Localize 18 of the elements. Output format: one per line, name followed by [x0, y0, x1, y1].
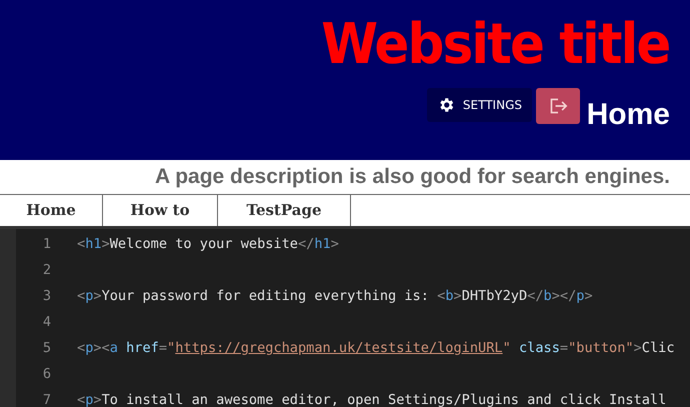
page-description: A page description is also good for search engines. [0, 160, 690, 195]
code-line: <p><a href="https://gregchapman.uk/testsite/loginURL" class="button">Clic [77, 340, 675, 356]
line-number: 3 [42, 288, 51, 304]
website-title: Website title [322, 12, 670, 78]
line-number: 4 [42, 314, 51, 330]
line-number: 2 [42, 262, 51, 278]
settings-button[interactable]: SETTINGS [426, 88, 532, 122]
line-number: 7 [42, 392, 51, 407]
code-line: <h1>Welcome to your website</h1> [77, 236, 339, 252]
page-name: Home [586, 98, 670, 132]
code-editor[interactable] [0, 226, 690, 407]
logout-icon [548, 97, 568, 115]
line-number: 5 [42, 340, 51, 356]
code-line: <p>Your password for editing everything is: <b>DHTbY2yD</b></p> [77, 288, 593, 304]
line-number: 6 [42, 366, 51, 382]
code-line: <p>To install an awesome editor, open Settings/Plugins and click Install [77, 392, 666, 407]
logout-button[interactable] [536, 88, 580, 124]
line-number: 1 [42, 236, 51, 252]
